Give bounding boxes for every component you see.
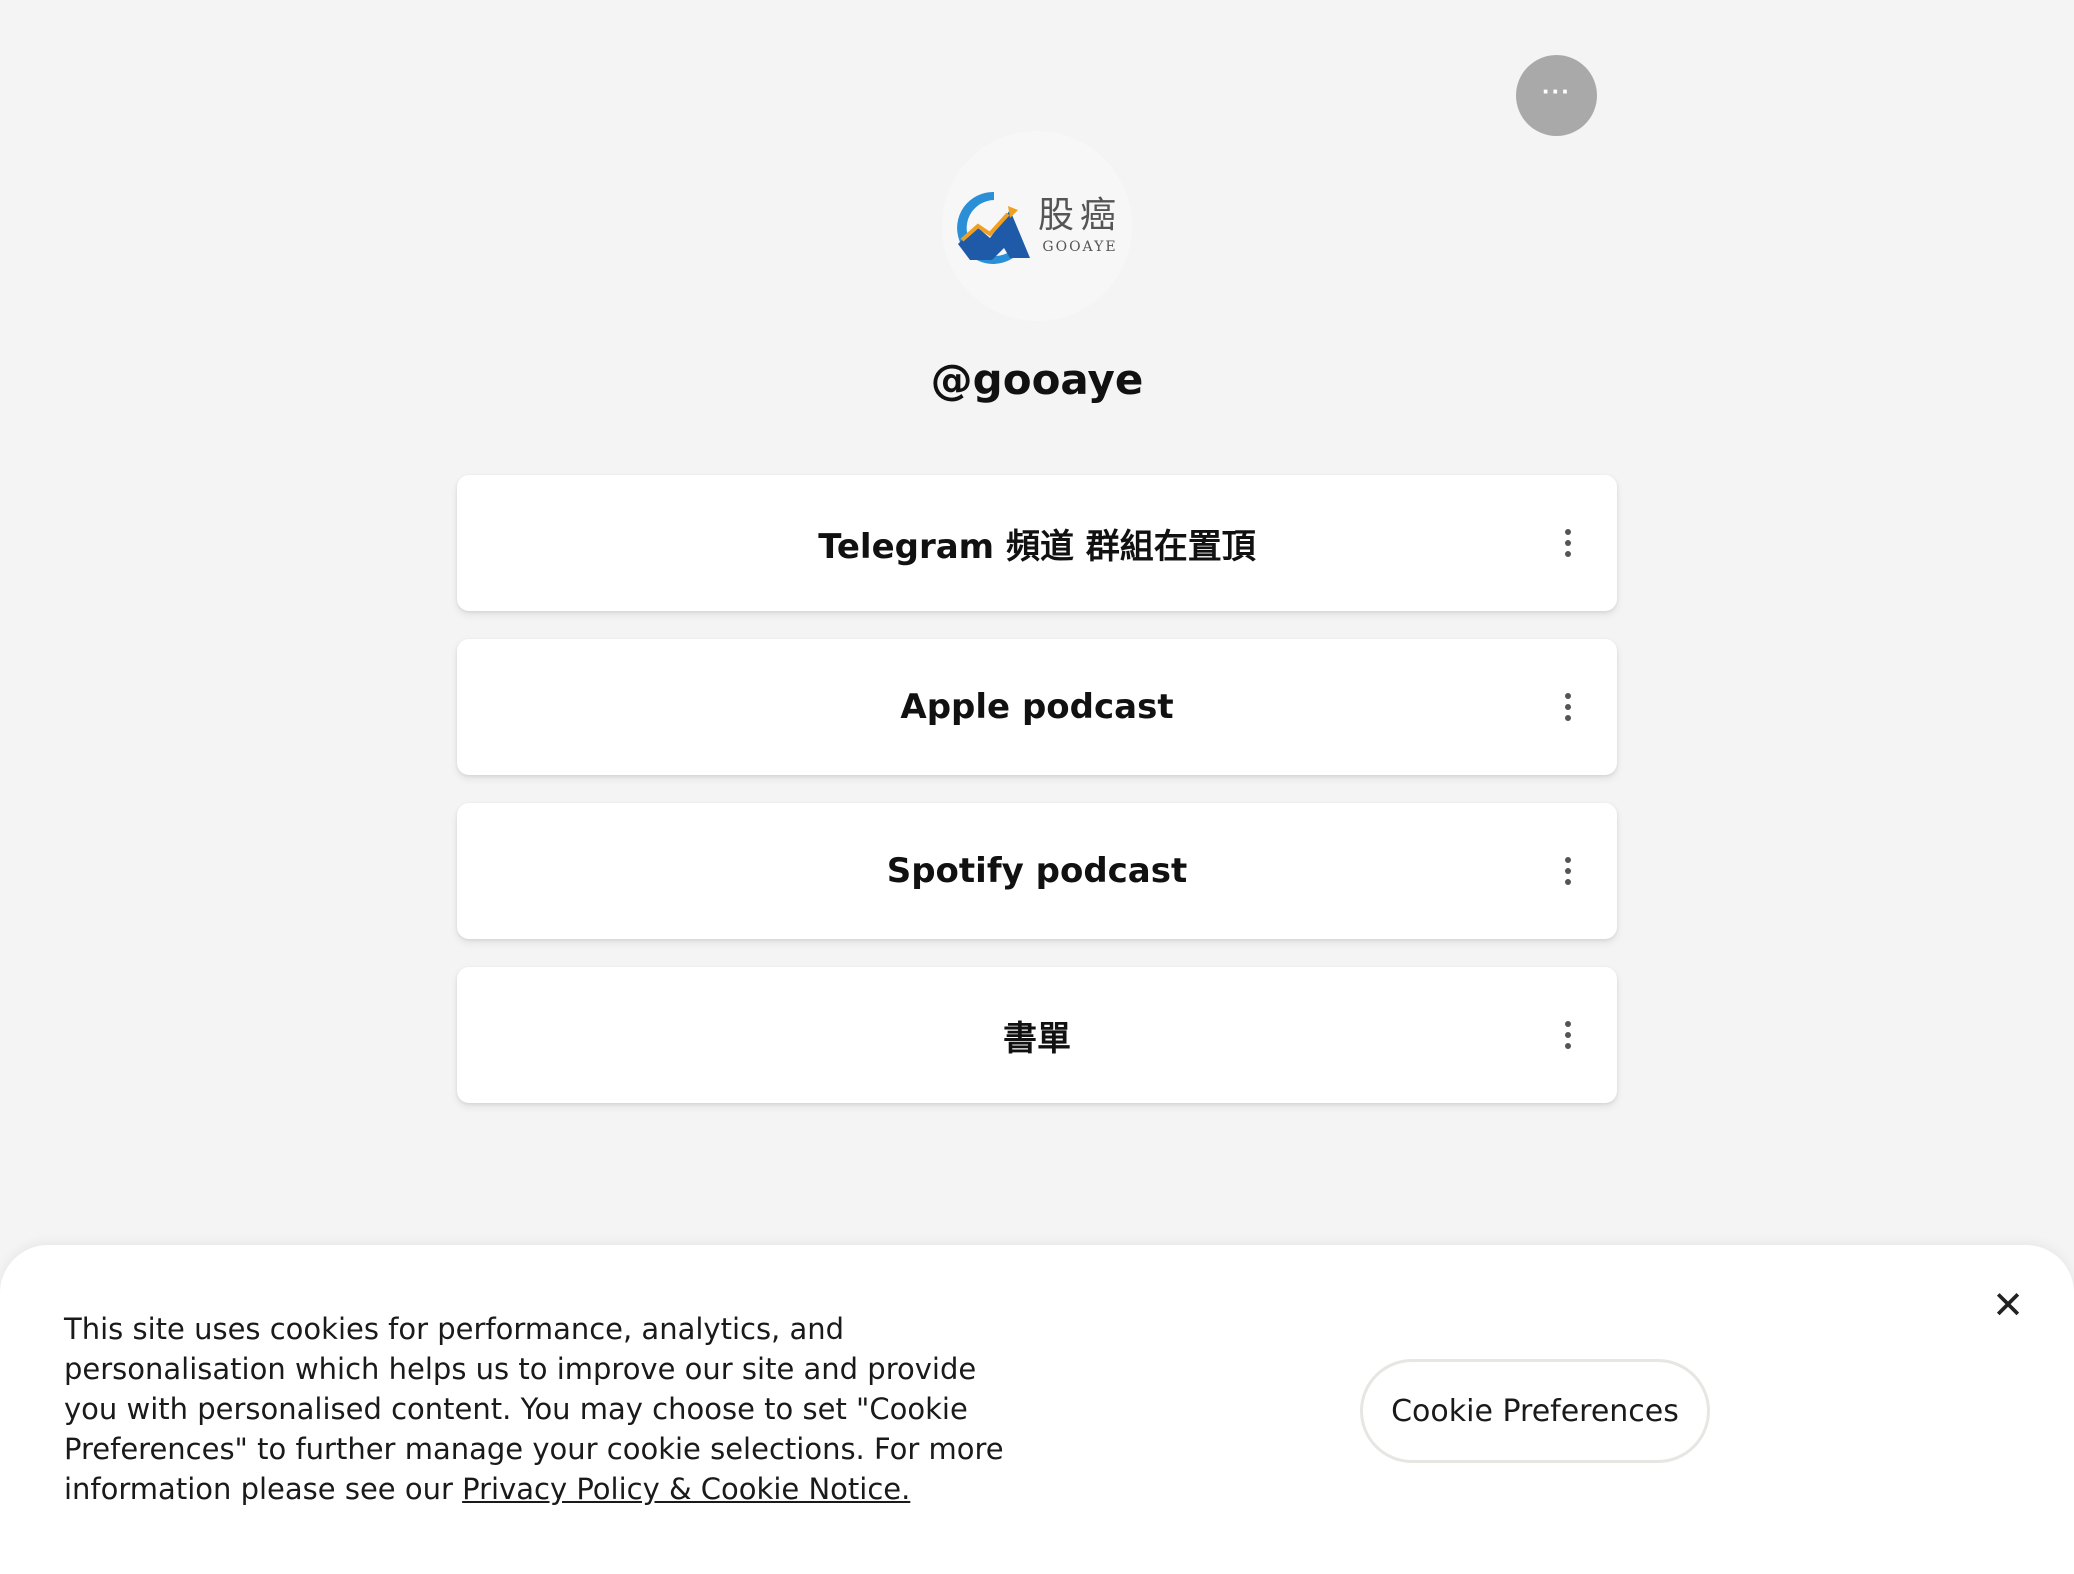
close-icon[interactable]: ✕ <box>1988 1285 2028 1325</box>
kebab-menu-icon[interactable] <box>1555 851 1581 891</box>
link-label: 書單 <box>1003 1018 1071 1059</box>
profile-handle: @gooaye <box>930 355 1144 404</box>
link-label: Telegram 頻道 群組在置頂 <box>818 526 1256 567</box>
kebab-menu-icon[interactable] <box>1555 687 1581 727</box>
kebab-menu-icon[interactable] <box>1555 1015 1581 1055</box>
more-options-button[interactable]: ··· <box>1516 55 1597 136</box>
privacy-policy-link[interactable]: Privacy Policy & Cookie Notice. <box>462 1472 910 1506</box>
cookie-text: This site uses cookies for performance, … <box>64 1309 1024 1509</box>
logo-text-cn: 股癌 <box>1037 195 1122 237</box>
logo-chart-icon <box>957 191 1030 264</box>
link-card-spotify-podcast[interactable]: Spotify podcast <box>457 803 1617 939</box>
link-label: Spotify podcast <box>886 851 1188 891</box>
kebab-menu-icon[interactable] <box>1555 523 1581 563</box>
link-card-telegram[interactable]: Telegram 頻道 群組在置頂 <box>457 475 1617 611</box>
cookie-banner: This site uses cookies for performance, … <box>0 1245 2074 1574</box>
link-label: Apple podcast <box>900 687 1174 727</box>
link-card-apple-podcast[interactable]: Apple podcast <box>457 639 1617 775</box>
link-card-book-list[interactable]: 書單 <box>457 967 1617 1103</box>
logo-text: 股癌 GOOAYE <box>1038 197 1122 255</box>
avatar: 股癌 GOOAYE <box>942 131 1132 321</box>
page: ··· 股癌 GOOAYE @gooaye Telegram 頻道 群組在置頂 … <box>0 0 2074 1574</box>
cookie-preferences-button[interactable]: Cookie Preferences <box>1360 1359 1710 1463</box>
logo: 股癌 GOOAYE <box>952 188 1122 264</box>
logo-text-en: GOOAYE <box>1042 238 1118 255</box>
